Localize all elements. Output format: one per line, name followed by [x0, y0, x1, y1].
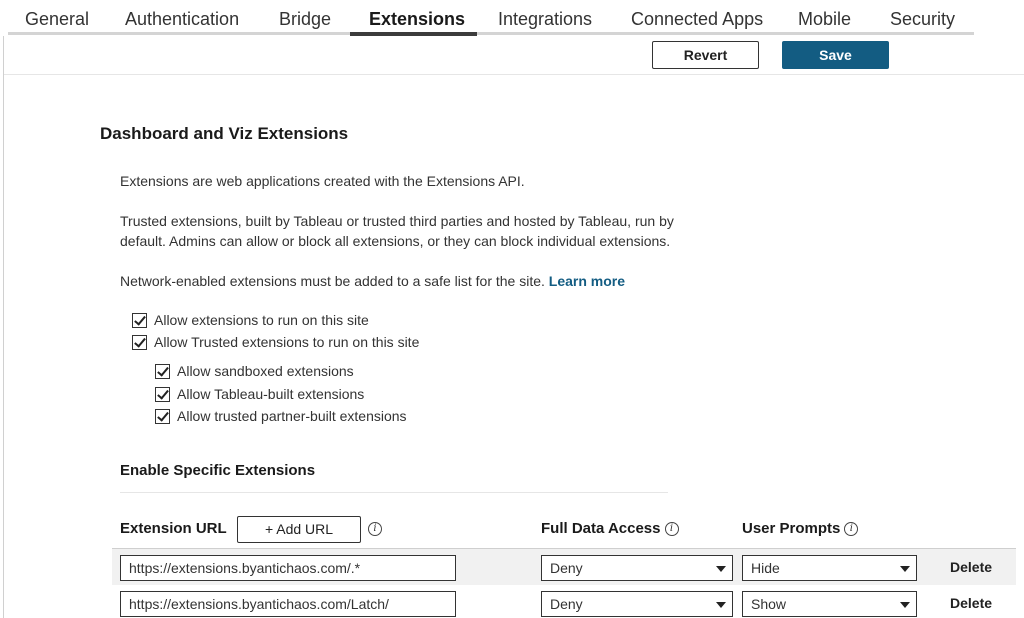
tab-general[interactable]: General — [25, 9, 89, 30]
full-data-access-value: Deny — [550, 560, 583, 576]
full-data-access-select[interactable]: Deny — [541, 591, 733, 617]
trusted-extensions-description: Trusted extensions, built by Tableau or … — [120, 213, 674, 249]
info-icon[interactable]: i — [844, 521, 859, 536]
extensions-description: Extensions are web applications created … — [120, 173, 525, 189]
allow-trusted-label: Allow Trusted extensions to run on this … — [154, 334, 420, 350]
tab-extensions[interactable]: Extensions — [369, 9, 465, 30]
info-icon[interactable]: i — [664, 521, 679, 536]
allow-partner-built-checkbox[interactable] — [155, 408, 170, 424]
allow-tableau-built-label: Allow Tableau-built extensions — [177, 386, 365, 402]
full-data-access-value: Deny — [550, 596, 583, 612]
allow-partner-built-option[interactable]: Allow trusted partner-built extensions — [155, 408, 407, 424]
full-data-access-label: Full Data Access — [541, 520, 661, 537]
user-prompts-label: User Prompts — [742, 520, 841, 537]
tab-security[interactable]: Security — [890, 9, 955, 30]
network-extensions-text: Network-enabled extensions must be added… — [120, 273, 549, 289]
allow-extensions-label: Allow extensions to run on this site — [154, 312, 369, 328]
tab-connected-apps[interactable]: Connected Apps — [631, 9, 763, 30]
delete-link[interactable]: Delete — [950, 595, 992, 611]
full-data-access-header: Full Data Access i — [541, 520, 679, 537]
allow-sandboxed-option[interactable]: Allow sandboxed extensions — [155, 363, 354, 379]
user-prompts-value: Show — [751, 596, 787, 612]
user-prompts-select[interactable]: Show — [742, 591, 917, 617]
chevron-down-icon — [716, 602, 726, 608]
extension-url-field[interactable]: https://extensions.byantichaos.com/.* — [120, 555, 456, 581]
allow-trusted-option[interactable]: Allow Trusted extensions to run on this … — [132, 334, 419, 350]
allow-extensions-checkbox[interactable] — [132, 312, 147, 328]
revert-button[interactable]: Revert — [652, 41, 759, 69]
allow-sandboxed-checkbox[interactable] — [155, 363, 170, 379]
enable-specific-title: Enable Specific Extensions — [120, 462, 316, 479]
chevron-down-icon — [716, 566, 726, 572]
add-url-button[interactable]: + Add URL — [237, 516, 361, 543]
allow-trusted-checkbox[interactable] — [132, 334, 147, 350]
allow-extensions-option[interactable]: Allow extensions to run on this site — [132, 312, 369, 328]
tab-integrations[interactable]: Integrations — [498, 9, 592, 30]
extension-url-header: Extension URL — [120, 520, 227, 537]
save-button[interactable]: Save — [782, 41, 889, 69]
active-tab-indicator — [350, 32, 477, 36]
extension-url-header-label: Extension URL — [120, 520, 227, 537]
full-data-access-select[interactable]: Deny — [541, 555, 733, 581]
learn-more-link[interactable]: Learn more — [549, 273, 625, 289]
chevron-down-icon — [900, 602, 910, 608]
enable-specific-divider — [120, 492, 668, 493]
allow-tableau-built-checkbox[interactable] — [155, 386, 170, 402]
section-title: Dashboard and Viz Extensions — [100, 124, 349, 143]
tab-bar-divider — [8, 32, 974, 35]
info-icon[interactable]: i — [368, 522, 382, 536]
tab-mobile[interactable]: Mobile — [798, 9, 851, 30]
user-prompts-header: User Prompts i — [742, 520, 859, 537]
user-prompts-value: Hide — [751, 560, 780, 576]
chevron-down-icon — [900, 566, 910, 572]
toolbar-divider — [4, 74, 1024, 75]
allow-sandboxed-label: Allow sandboxed extensions — [177, 363, 354, 379]
extension-url-field[interactable]: https://extensions.byantichaos.com/Latch… — [120, 591, 456, 617]
network-extensions-note: Network-enabled extensions must be added… — [120, 271, 680, 291]
settings-tab-bar: General Authentication Bridge Extensions… — [0, 0, 1024, 36]
allow-partner-built-label: Allow trusted partner-built extensions — [177, 408, 407, 424]
delete-link[interactable]: Delete — [950, 559, 992, 575]
allow-tableau-built-option[interactable]: Allow Tableau-built extensions — [155, 386, 364, 402]
tab-authentication[interactable]: Authentication — [125, 9, 239, 30]
content-left-border — [3, 36, 4, 618]
user-prompts-select[interactable]: Hide — [742, 555, 917, 581]
tab-bridge[interactable]: Bridge — [279, 9, 331, 30]
